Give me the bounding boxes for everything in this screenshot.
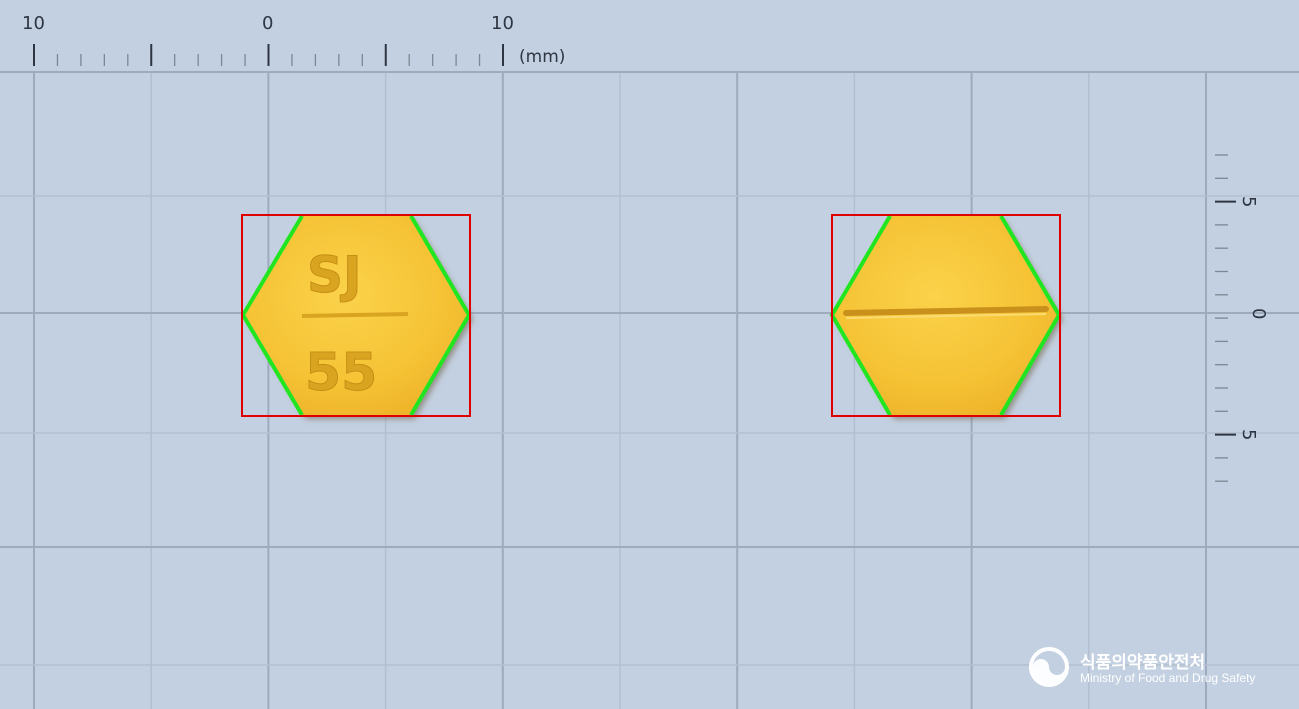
side-ruler-label-bottom: 5 — [1238, 429, 1259, 440]
pill-identification-image: 10 0 10 (mm) 5 0 5 SJ 55 식품의약품안전처 Minist… — [0, 0, 1299, 709]
side-ruler-label-top: 5 — [1238, 196, 1259, 207]
pill-front: SJ 55 — [240, 214, 472, 417]
top-ruler-label-zero: 0 — [262, 13, 273, 34]
measurement-canvas: 10 0 10 (mm) 5 0 5 SJ 55 — [0, 0, 1299, 709]
pill-front-imprint-top: SJ — [307, 246, 362, 304]
side-ruler-label-zero: 0 — [1248, 308, 1269, 319]
top-ruler-unit: (mm) — [519, 47, 565, 67]
mfds-emblem-icon — [1029, 647, 1069, 687]
pill-back-score-line — [843, 306, 1049, 316]
top-ruler-strip — [0, 0, 1299, 72]
pill-front-divider-line — [301, 312, 409, 318]
top-ruler: 10 0 10 (mm) — [0, 0, 1299, 73]
pill-back — [829, 214, 1062, 417]
pill-front-imprint-bottom: 55 — [305, 343, 377, 403]
logo-english-text: Ministry of Food and Drug Safety — [1080, 671, 1256, 685]
top-ruler-label-left: 10 — [22, 13, 45, 34]
top-ruler-label-right: 10 — [491, 13, 514, 34]
background-grid — [0, 0, 1299, 709]
logo-korean-text: 식품의약품안전처 — [1080, 653, 1206, 673]
